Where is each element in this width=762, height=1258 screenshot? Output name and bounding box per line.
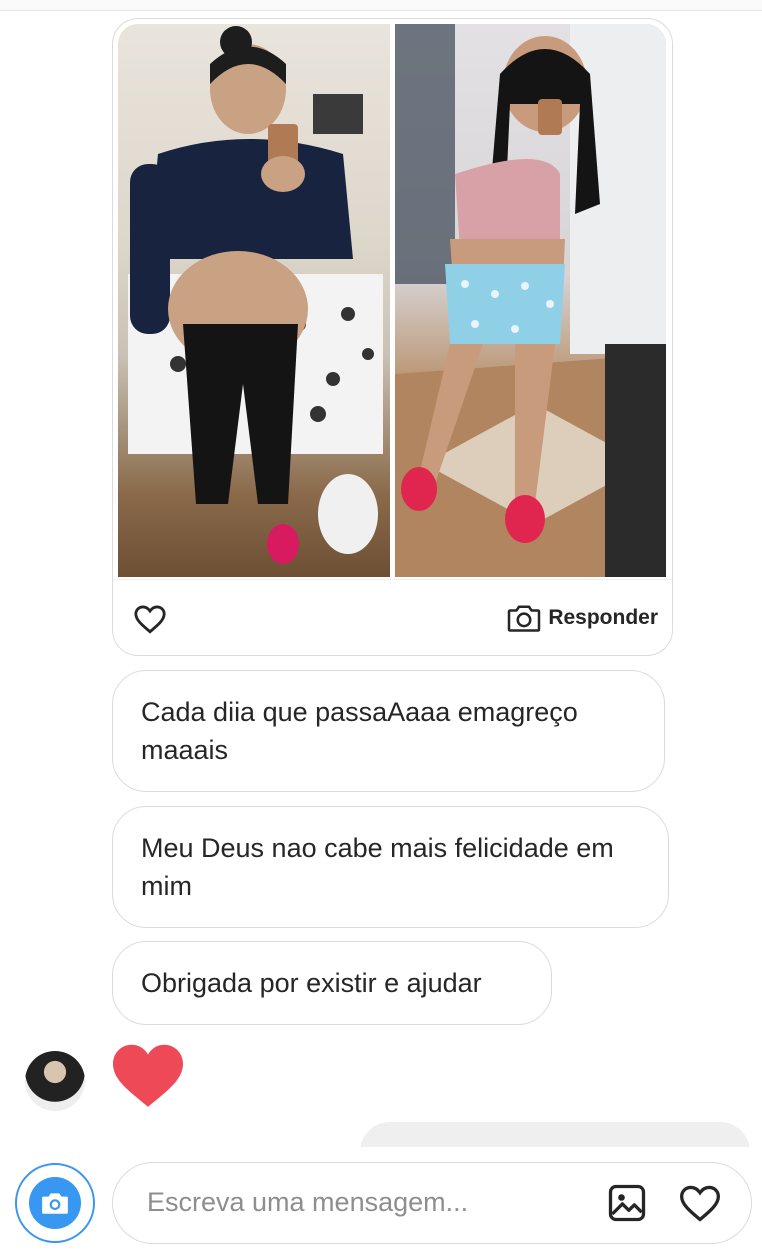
gallery-icon (608, 1184, 646, 1222)
photo-collage[interactable] (118, 24, 666, 577)
card-footer: Responder (113, 579, 672, 655)
camera-icon (508, 605, 541, 632)
message-bubble[interactable]: Cada diia que passaAaaa emagreço maaais (112, 670, 665, 792)
heart-reaction[interactable] (109, 1040, 187, 1110)
message-bubble[interactable]: Obrigada por existir e ajudar (112, 941, 552, 1025)
photo-after (394, 24, 666, 577)
photo-before-illustration (128, 26, 383, 564)
message-input-placeholder: Escreva uma mensagem... (147, 1187, 469, 1217)
avatar[interactable] (25, 1051, 85, 1111)
top-bar-edge (0, 0, 762, 11)
camera-icon (42, 1193, 68, 1214)
camera-button[interactable] (15, 1163, 95, 1243)
message-text: Meu Deus nao cabe mais felicidade em mim (141, 833, 614, 901)
message-text: Cada diia que passaAaaa emagreço maaais (141, 697, 578, 765)
photo-before (118, 24, 390, 577)
gallery-button[interactable] (605, 1181, 649, 1225)
heart-icon (680, 1185, 720, 1222)
camera-button-fill (29, 1177, 81, 1229)
reply-button[interactable]: Responder (506, 600, 658, 636)
message-text: Obrigada por existir e ajudar (141, 968, 482, 998)
reply-label: Responder (548, 606, 658, 629)
message-bubble[interactable]: Meu Deus nao cabe mais felicidade em mim (112, 806, 669, 928)
message-input[interactable]: Escreva uma mensagem... (112, 1162, 752, 1244)
like-button[interactable] (133, 602, 167, 636)
photo-after-illustration (394, 24, 666, 577)
heart-reaction-icon (113, 1044, 183, 1107)
heart-send-button[interactable] (677, 1181, 723, 1225)
heart-icon (134, 605, 166, 634)
shared-photo-card[interactable]: Responder (112, 18, 673, 656)
